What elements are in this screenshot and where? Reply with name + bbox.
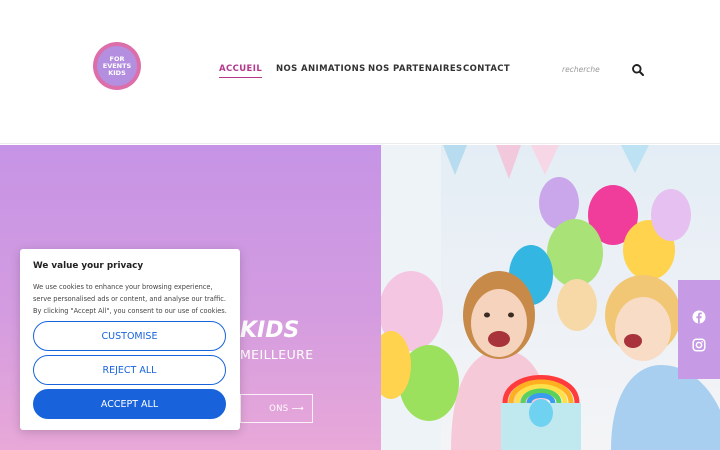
facebook-link[interactable] (692, 309, 706, 323)
logo-text-line3: KIDS (108, 68, 126, 77)
instagram-link[interactable] (692, 337, 706, 352)
site-logo[interactable]: FOR EVENTS KIDS (93, 42, 141, 90)
social-sidebar (678, 280, 720, 379)
search-input[interactable] (562, 60, 626, 78)
instagram-icon (692, 337, 706, 352)
customise-button[interactable]: CUSTOMISE (33, 321, 226, 351)
page: FOR EVENTS KIDS ACCUEIL NOS ANIMATIONS N… (0, 0, 720, 450)
reject-all-button[interactable]: REJECT ALL (33, 355, 226, 385)
hero-image (381, 145, 720, 450)
facebook-icon (692, 310, 706, 323)
cookie-description: We use cookies to enhance your browsing … (33, 283, 227, 315)
cookie-consent-dialog: We value your privacy We use cookies to … (20, 249, 240, 430)
cookie-title: We value your privacy (33, 261, 144, 271)
logo-badge: FOR EVENTS KIDS (97, 46, 137, 86)
nav-item-accueil[interactable]: ACCUEIL (219, 64, 263, 78)
search-icon (632, 64, 645, 77)
nav-item-nos-partenaires[interactable]: NOS PARTENAIRES (368, 64, 463, 74)
nav-item-nos-animations[interactable]: NOS ANIMATIONS (276, 64, 366, 74)
search-button[interactable] (631, 62, 645, 77)
hero-title: KIDS (240, 318, 300, 343)
kids-party-photo (381, 145, 720, 450)
site-header: FOR EVENTS KIDS ACCUEIL NOS ANIMATIONS N… (0, 0, 720, 144)
hero-subtitle: MEILLEURE (240, 347, 314, 362)
accept-all-button[interactable]: ACCEPT ALL (33, 389, 226, 419)
nav-item-contact[interactable]: CONTACT (463, 64, 510, 74)
hero-cta-button[interactable]: ONS ⟶ (240, 394, 313, 423)
